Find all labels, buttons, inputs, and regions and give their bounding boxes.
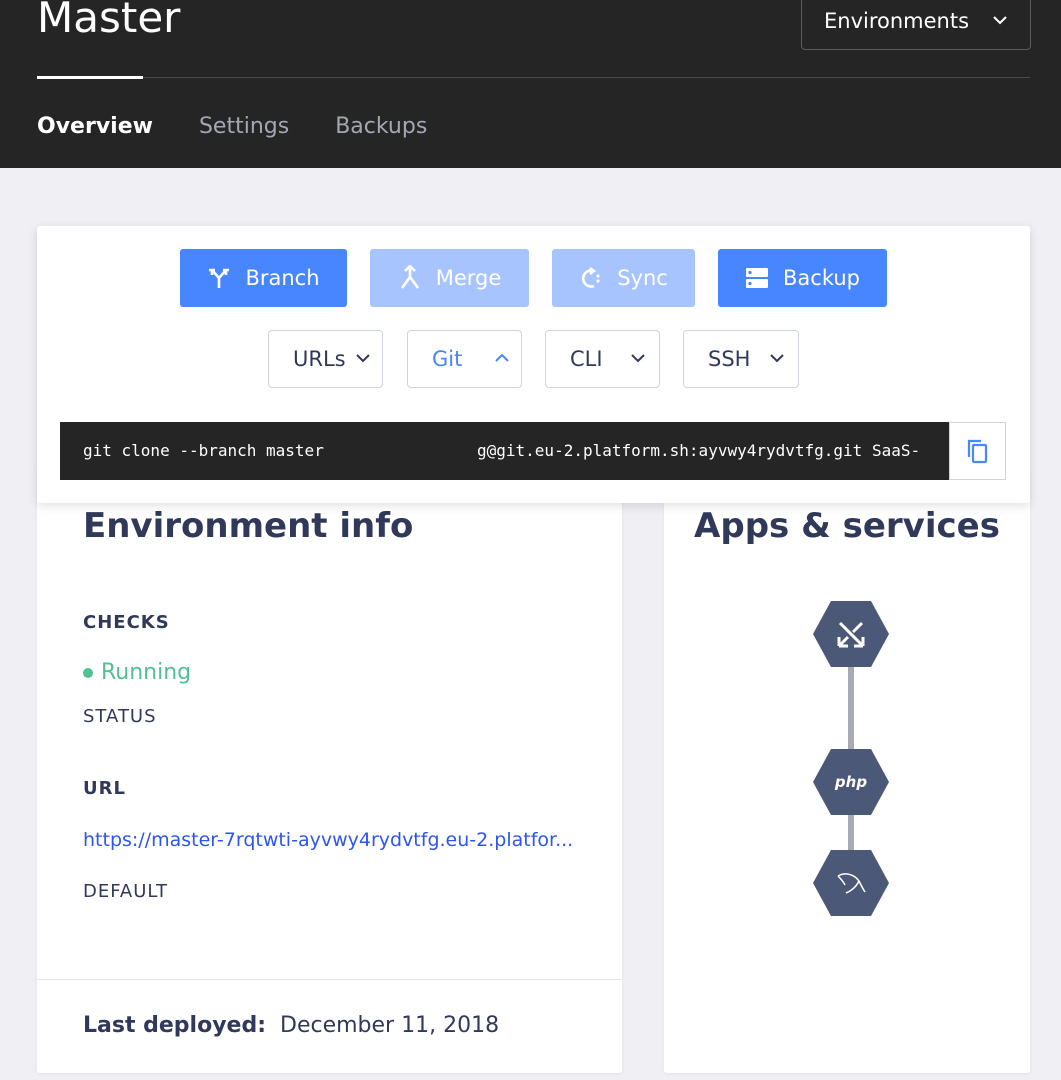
environments-dropdown[interactable]: Environments — [801, 0, 1031, 50]
status-label: STATUS — [83, 706, 157, 727]
ssh-dropdown[interactable]: SSH — [683, 330, 799, 388]
branch-icon — [209, 268, 230, 288]
backup-button[interactable]: Backup — [718, 249, 887, 307]
status-dot-icon — [83, 667, 93, 678]
tab-bar: Overview Settings Backups — [37, 110, 427, 144]
url-kind-label: DEFAULT — [83, 881, 168, 902]
url-label: URL — [83, 778, 126, 799]
backup-icon — [746, 268, 768, 288]
git-dropdown[interactable]: Git — [407, 330, 522, 388]
status-running: Running — [83, 660, 191, 685]
tab-overview[interactable]: Overview — [37, 110, 153, 144]
status-value: Running — [101, 660, 192, 685]
git-command-end: g@git.eu-2.platform.sh:ayvwy4rydvtfg.git… — [477, 441, 921, 460]
environment-actions-card: Branch Merge Sync Backup URLs Git CLI SS… — [37, 226, 1030, 503]
mysql-dolphin-icon[interactable] — [813, 850, 889, 916]
environment-url-link[interactable]: https://master-7rqtwti-ayvwy4rydvtfg.eu-… — [83, 829, 583, 851]
urls-dropdown[interactable]: URLs — [268, 330, 383, 388]
router-icon[interactable] — [813, 601, 889, 667]
git-command-start: git clone --branch master — [83, 441, 324, 460]
ssh-dropdown-label: SSH — [708, 347, 751, 371]
apps-services-graph: php — [813, 601, 889, 916]
access-dropdowns: URLs Git CLI SSH — [37, 330, 1030, 388]
sync-button-label: Sync — [617, 266, 668, 290]
merge-button[interactable]: Merge — [370, 249, 529, 307]
backup-button-label: Backup — [783, 266, 860, 290]
environment-info-title: Environment info — [83, 506, 414, 546]
checks-label: CHECKS — [83, 612, 170, 633]
chevron-down-icon — [631, 354, 645, 363]
environment-info-card: Environment info CHECKS Running STATUS U… — [37, 470, 622, 1073]
action-buttons: Branch Merge Sync Backup — [37, 249, 1030, 307]
php-icon[interactable]: php — [813, 749, 889, 815]
cli-dropdown[interactable]: CLI — [545, 330, 660, 388]
php-label: php — [834, 773, 867, 791]
merge-button-label: Merge — [435, 266, 502, 290]
git-command-box: git clone --branch master g@git.eu-2.pla… — [60, 422, 1006, 480]
urls-dropdown-label: URLs — [293, 347, 346, 371]
copy-button[interactable] — [949, 422, 1006, 480]
sync-icon — [582, 266, 600, 288]
chevron-down-icon — [356, 354, 370, 363]
header-divider — [37, 77, 1030, 78]
environments-dropdown-label: Environments — [824, 9, 970, 33]
git-dropdown-label: Git — [432, 347, 463, 371]
merge-icon — [400, 265, 419, 289]
divider — [37, 979, 622, 980]
chevron-up-icon — [495, 353, 509, 362]
apps-services-card: Apps & services php — [664, 470, 1030, 1073]
last-deployed-value: December 11, 2018 — [280, 1013, 500, 1038]
chevron-down-icon — [993, 16, 1007, 25]
top-header: Master Environments Overview Settings Ba… — [0, 0, 1061, 168]
branch-button[interactable]: Branch — [180, 249, 347, 307]
chevron-down-icon — [770, 354, 784, 363]
last-deployed: Last deployed: December 11, 2018 — [83, 1013, 499, 1038]
tab-settings[interactable]: Settings — [199, 110, 289, 144]
copy-icon — [967, 439, 987, 464]
git-clone-command[interactable]: git clone --branch master g@git.eu-2.pla… — [60, 422, 950, 480]
active-tab-indicator — [37, 76, 143, 79]
tab-backups[interactable]: Backups — [335, 110, 427, 144]
branch-button-label: Branch — [245, 266, 320, 290]
last-deployed-label: Last deployed: — [83, 1013, 267, 1038]
sync-button[interactable]: Sync — [552, 249, 695, 307]
cli-dropdown-label: CLI — [570, 347, 603, 371]
page-title: Master — [37, 0, 181, 42]
